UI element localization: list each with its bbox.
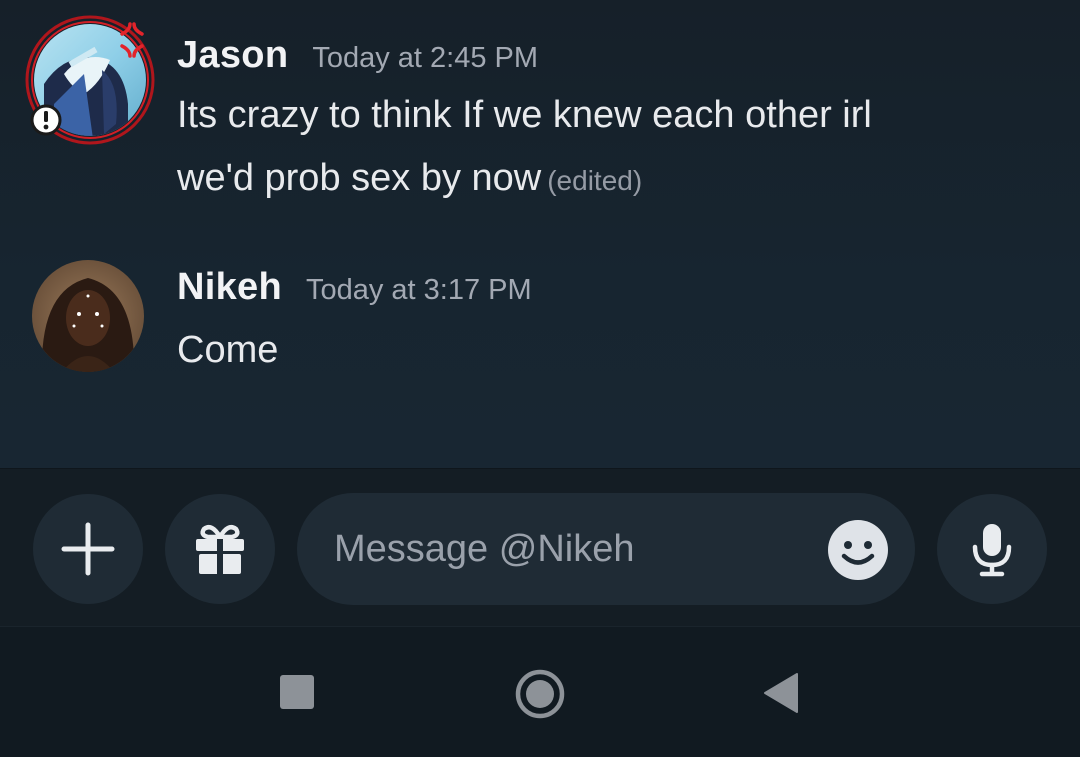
message-header: Nikeh Today at 3:17 PM — [177, 266, 532, 309]
timestamp: Today at 3:17 PM — [305, 274, 532, 306]
avatar-jason[interactable] — [24, 14, 156, 146]
message-content: Its crazy to think If we knew each other… — [177, 84, 872, 212]
message-content: Come — [177, 319, 278, 382]
message-header: Jason Today at 2:45 PM — [177, 34, 538, 77]
emoji-icon[interactable] — [827, 519, 889, 581]
add-attachment-button[interactable] — [33, 494, 143, 604]
message-line: we'd prob sex by now — [177, 157, 542, 199]
android-navigation-bar — [0, 626, 1080, 757]
avatar-jason-image — [25, 15, 155, 145]
username[interactable]: Jason — [177, 34, 288, 77]
voice-message-button[interactable] — [937, 494, 1047, 604]
message-composer: Message @Nikeh — [0, 468, 1080, 626]
gift-button[interactable] — [165, 494, 275, 604]
avatar-nikeh-image — [32, 260, 144, 372]
back-triangle-icon[interactable] — [763, 672, 799, 714]
timestamp: Today at 2:45 PM — [312, 42, 539, 74]
recents-square-icon[interactable] — [280, 675, 314, 709]
chat-area: Jason Today at 2:45 PM Its crazy to thin… — [0, 0, 1080, 468]
home-circle-icon[interactable] — [514, 668, 566, 720]
message-line: Its crazy to think If we knew each other… — [177, 94, 872, 136]
microphone-icon — [972, 524, 1012, 577]
message-line: Come — [177, 329, 279, 371]
avatar-nikeh[interactable] — [32, 260, 144, 372]
message-input[interactable]: Message @Nikeh — [297, 493, 915, 605]
message-input-placeholder: Message @Nikeh — [334, 528, 635, 570]
plus-icon — [61, 522, 115, 576]
gift-icon — [196, 525, 244, 574]
username[interactable]: Nikeh — [177, 266, 282, 309]
message-line-with-edited: we'd prob sex by now (edited) — [177, 147, 872, 212]
edited-label: (edited) — [547, 165, 643, 196]
